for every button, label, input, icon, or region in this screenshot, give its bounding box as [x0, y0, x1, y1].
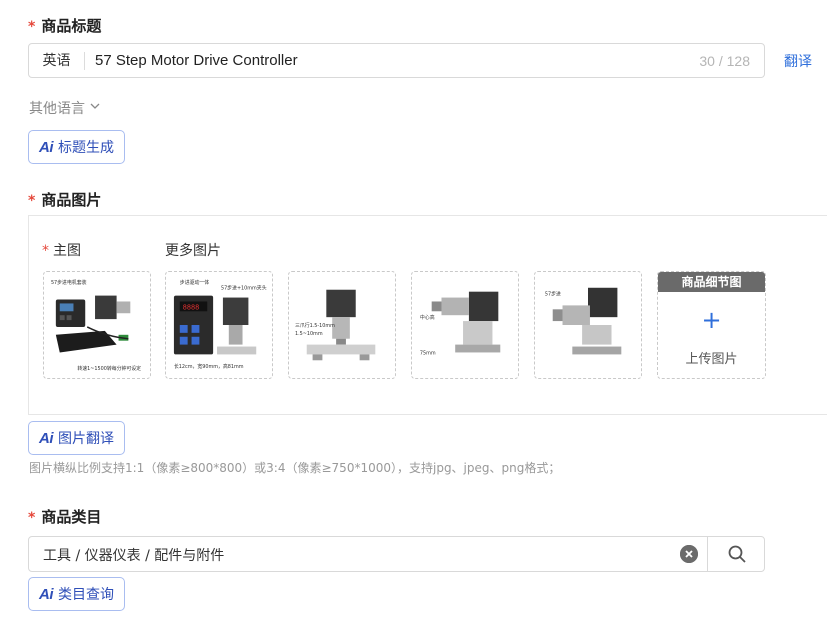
- char-count: 30 / 128: [699, 52, 750, 69]
- svg-text:57步进: 57步进: [545, 291, 561, 298]
- more-image-thumbnail[interactable]: 中心高 75mm: [411, 271, 519, 379]
- required-mark: *: [28, 193, 36, 209]
- svg-text:中心高: 中心高: [420, 314, 435, 321]
- svg-text:长12cm，宽90mm，高81mm: 长12cm，宽90mm，高81mm: [174, 363, 244, 370]
- translate-link[interactable]: 翻译: [784, 51, 812, 71]
- ai-icon: Ai: [39, 138, 54, 156]
- more-image-thumbnail[interactable]: 步进驱动一体 57步进+10mm夹头 8888 长12cm，宽90mm，高81m…: [165, 271, 273, 379]
- ai-image-translate-button[interactable]: Ai 图片翻译: [28, 421, 125, 455]
- svg-text:57步进电机套装: 57步进电机套装: [51, 279, 87, 286]
- chuck-side-image: 中心高 75mm: [420, 291, 501, 356]
- title-input[interactable]: 英语 57 Step Motor Drive Controller 30 / 1…: [28, 43, 765, 78]
- ai-icon: Ai: [39, 585, 54, 603]
- detail-image-header: 商品细节图: [658, 272, 765, 292]
- required-mark: *: [28, 510, 36, 526]
- search-icon: [728, 545, 746, 563]
- main-image-thumbnail[interactable]: 57步进电机套装 转速1~1500转每分钟可设定: [43, 271, 151, 379]
- more-images-label: 更多图片: [165, 243, 221, 259]
- svg-text:1.5~10mm: 1.5~10mm: [295, 331, 323, 337]
- more-image-thumbnail[interactable]: 57步进: [534, 271, 642, 379]
- product-images-label: * 商品图片: [28, 191, 102, 209]
- product-title-label: * 商品标题: [28, 17, 102, 35]
- svg-text:步进驱动一体: 步进驱动一体: [180, 279, 209, 286]
- main-image-label: * 主图: [42, 243, 81, 259]
- plus-icon: +: [701, 306, 722, 334]
- chevron-down-icon: [89, 100, 101, 116]
- motor-kit-image: 57步进电机套装 转速1~1500转每分钟可设定: [51, 279, 141, 372]
- category-value: 工具 / 仪器仪表 / 配件与附件: [43, 548, 225, 564]
- image-format-hint: 图片横纵比例支持1:1（像素≥800*800）或3:4（像素≥750*1000）…: [29, 461, 561, 475]
- category-input[interactable]: 工具 / 仪器仪表 / 配件与附件: [28, 536, 765, 572]
- product-category-label: * 商品类目: [28, 508, 102, 526]
- other-languages-toggle[interactable]: 其他语言: [29, 98, 101, 118]
- language-label: 英语: [29, 51, 85, 70]
- svg-text:8888: 8888: [183, 304, 199, 312]
- clear-icon[interactable]: [680, 545, 698, 563]
- chuck-front-image: 三爪行1.5-10mm 1.5~10mm: [295, 289, 376, 361]
- search-button[interactable]: [707, 536, 766, 572]
- ai-category-query-button[interactable]: Ai 类目查询: [28, 577, 125, 611]
- motor-mount-image: 57步进: [545, 287, 622, 355]
- driver-controller-image: 步进驱动一体 57步进+10mm夹头 8888 长12cm，宽90mm，高81m…: [173, 279, 267, 370]
- svg-text:转速1~1500转每分钟可设定: 转速1~1500转每分钟可设定: [77, 365, 141, 372]
- more-image-thumbnail[interactable]: 三爪行1.5-10mm 1.5~10mm: [288, 271, 396, 379]
- upload-image-label: 上传图片: [685, 352, 738, 367]
- ai-icon: Ai: [39, 429, 54, 447]
- svg-text:57步进+10mm夹头: 57步进+10mm夹头: [221, 285, 267, 292]
- title-value[interactable]: 57 Step Motor Drive Controller: [85, 52, 699, 69]
- svg-text:三爪行1.5-10mm: 三爪行1.5-10mm: [295, 322, 335, 329]
- ai-title-generate-button[interactable]: Ai 标题生成: [28, 130, 125, 164]
- detail-image-upload[interactable]: 商品细节图 + 上传图片: [657, 271, 766, 379]
- svg-text:75mm: 75mm: [420, 350, 436, 356]
- required-mark: *: [28, 19, 36, 35]
